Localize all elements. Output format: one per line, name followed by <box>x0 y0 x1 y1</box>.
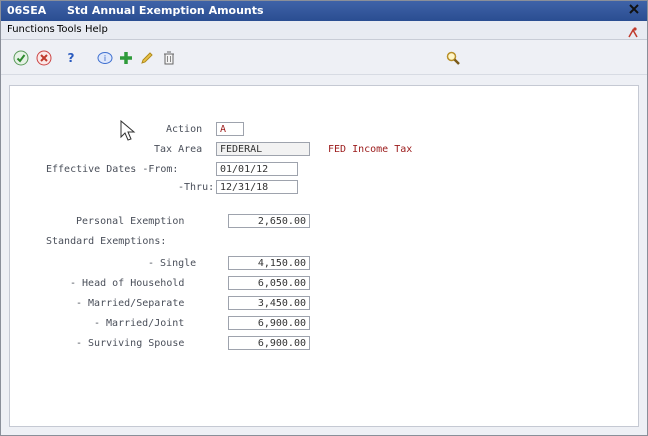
married-separate-field[interactable]: 3,450.00 <box>228 296 310 310</box>
head-of-household-field[interactable]: 6,050.00 <box>228 276 310 290</box>
edit-pencil-icon[interactable] <box>139 50 155 66</box>
help-icon[interactable]: ? <box>63 50 79 66</box>
form-area: Action A Tax Area FEDERAL FED Income Tax… <box>9 85 639 427</box>
tax-area-label: Tax Area <box>154 144 203 155</box>
add-icon[interactable] <box>118 50 134 66</box>
effective-thru-field[interactable]: 12/31/18 <box>216 180 298 194</box>
application-window: 06SEA Std Annual Exemption Amounts Funct… <box>0 0 648 436</box>
action-label: Action <box>166 124 203 135</box>
standard-exemptions-label: Standard Exemptions: <box>46 236 167 247</box>
head-of-household-label: - Head of Household <box>70 278 185 289</box>
search-icon[interactable] <box>445 50 461 66</box>
married-joint-field[interactable]: 6,900.00 <box>228 316 310 330</box>
thru-label: -Thru: <box>178 182 215 193</box>
delete-trash-icon[interactable] <box>161 50 177 66</box>
surviving-spouse-label: - Surviving Spouse <box>76 338 185 349</box>
menu-functions[interactable]: Functions <box>7 24 55 35</box>
effective-dates-label: Effective Dates -From: <box>46 164 179 175</box>
checkmark-icon[interactable] <box>13 50 29 66</box>
personal-exemption-field[interactable]: 2,650.00 <box>228 214 310 228</box>
single-label: - Single <box>148 258 197 269</box>
menu-tools[interactable]: Tools <box>57 24 82 35</box>
menu-bar: Functions Tools Help <box>1 21 647 40</box>
title-bar: 06SEA Std Annual Exemption Amounts <box>1 1 647 21</box>
action-field[interactable]: A <box>216 122 244 136</box>
mouse-pointer-icon <box>120 119 136 142</box>
married-joint-label: - Married/Joint <box>94 318 185 329</box>
personal-exemption-label: Personal Exemption <box>76 216 185 227</box>
info-icon[interactable]: i <box>97 50 113 66</box>
effective-from-field[interactable]: 01/01/12 <box>216 162 298 176</box>
menu-help[interactable]: Help <box>85 24 108 35</box>
tax-area-description: FED Income Tax <box>328 144 413 155</box>
single-field[interactable]: 4,150.00 <box>228 256 310 270</box>
cancel-icon[interactable] <box>36 50 52 66</box>
surviving-spouse-field[interactable]: 6,900.00 <box>228 336 310 350</box>
svg-text:i: i <box>104 54 106 63</box>
program-code: 06SEA <box>7 4 47 17</box>
tax-area-field[interactable]: FEDERAL <box>216 142 310 156</box>
window-title: Std Annual Exemption Amounts <box>67 4 264 17</box>
toolbar: ? i <box>1 40 647 75</box>
close-icon[interactable] <box>627 3 641 17</box>
married-separate-label: - Married/Separate <box>76 298 185 309</box>
exit-icon[interactable] <box>627 23 639 38</box>
